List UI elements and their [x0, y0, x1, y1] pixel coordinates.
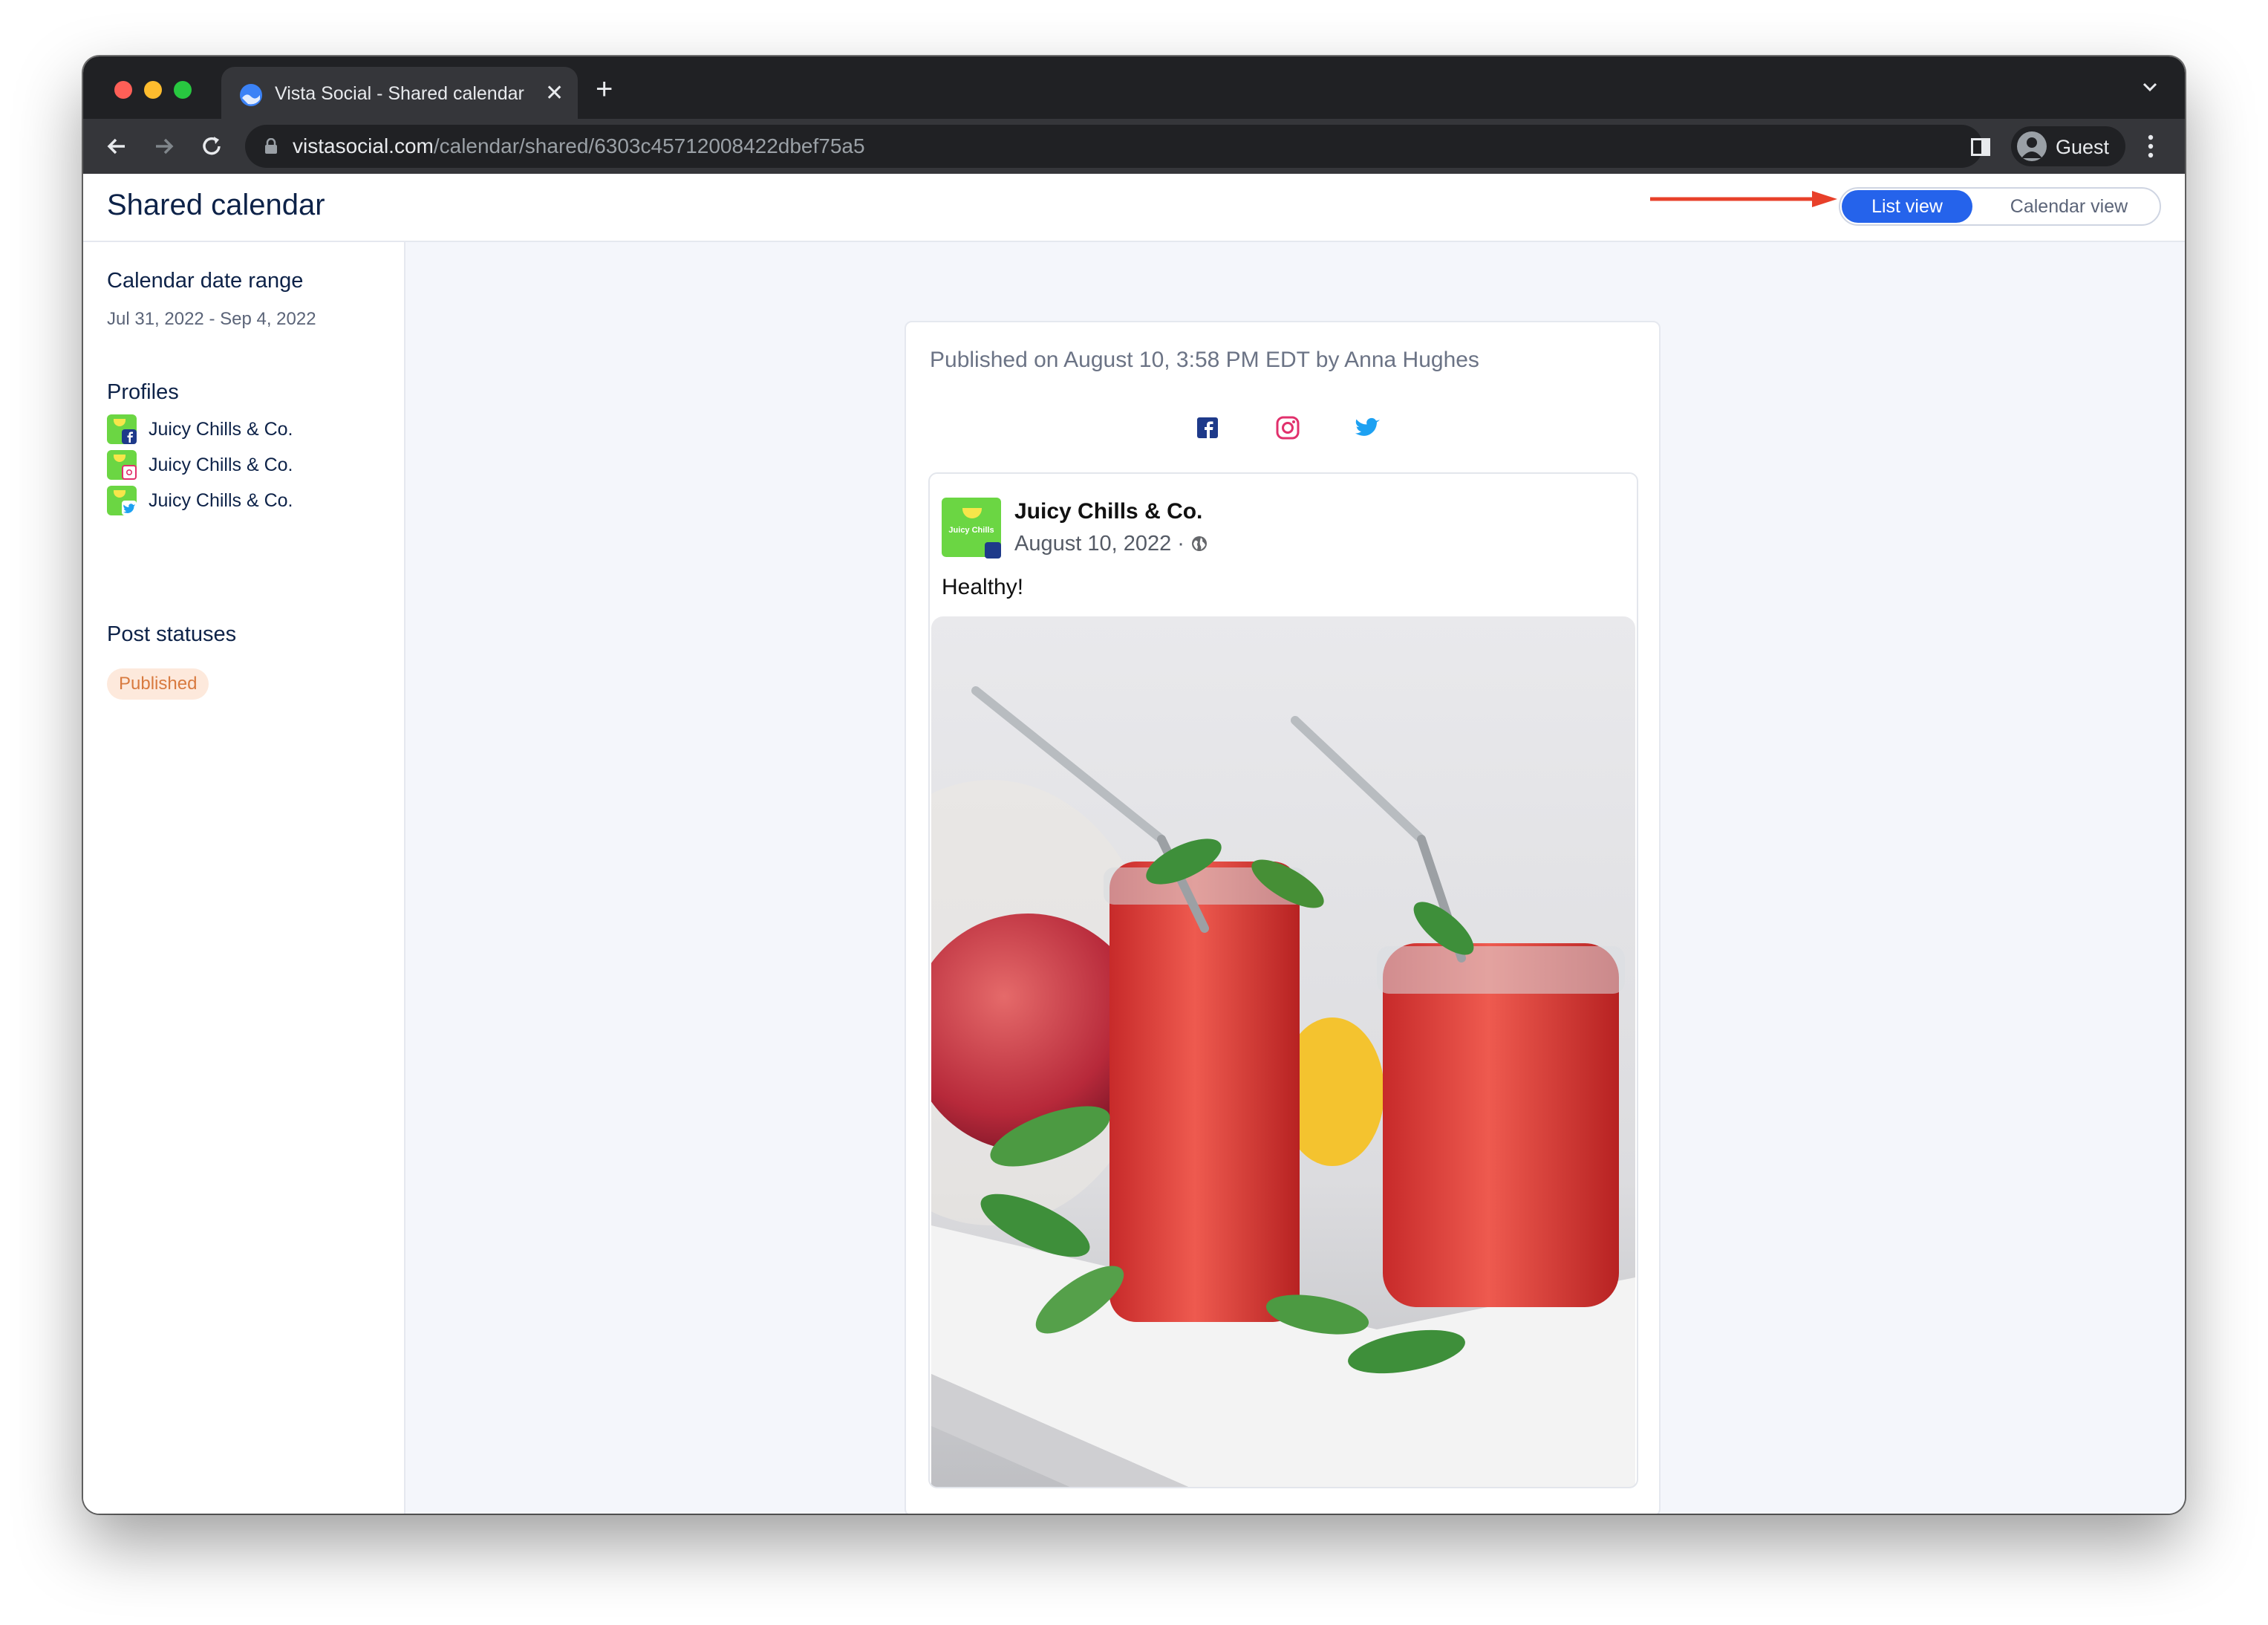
browser-menu-icon[interactable]: [2146, 134, 2155, 159]
post-statuses-heading: Post statuses: [107, 622, 237, 646]
facebook-icon[interactable]: [1191, 411, 1224, 444]
maximize-window-button[interactable]: [174, 81, 192, 99]
tab-search-chevron-icon[interactable]: [2140, 77, 2160, 97]
sidebar: Calendar date range Jul 31, 2022 - Sep 4…: [83, 242, 405, 1514]
browser-tab-bar: Vista Social - Shared calendar ✕ +: [83, 56, 2185, 119]
close-window-button[interactable]: [114, 81, 132, 99]
twitter-icon: [122, 501, 137, 515]
back-arrow-icon[interactable]: [102, 132, 131, 160]
page-content: Shared calendar List view Calendar view …: [83, 174, 2185, 1514]
annotation-arrow-icon: [1650, 191, 1837, 207]
address-bar[interactable]: vistasocial.com/calendar/shared/6303c457…: [245, 125, 2075, 168]
status-badge[interactable]: Published: [107, 668, 209, 700]
profile-item[interactable]: Juicy Chills & Co.: [107, 450, 389, 483]
preview-date: August 10, 2022 ·: [1014, 532, 1208, 556]
profile-name: Juicy Chills & Co.: [149, 490, 293, 511]
profiles-heading: Profiles: [107, 380, 179, 404]
calendar-view-button[interactable]: Calendar view: [1981, 190, 2157, 223]
profile-avatar: [107, 414, 137, 444]
tab-close-icon[interactable]: ✕: [545, 82, 564, 105]
profile-avatar: [107, 450, 137, 480]
tab-title: Vista Social - Shared calendar: [275, 83, 524, 104]
facebook-post-preview: Juicy Chills Juicy Chills & Co. August 1…: [928, 472, 1638, 1488]
post-card: Published on August 10, 3:58 PM EDT by A…: [905, 321, 1661, 1514]
profile-name: Juicy Chills & Co.: [149, 419, 293, 440]
reload-icon[interactable]: [198, 132, 226, 160]
facebook-icon: [122, 429, 137, 444]
date-range-heading: Calendar date range: [107, 269, 304, 293]
page-title: Shared calendar: [107, 189, 325, 221]
twitter-icon[interactable]: [1352, 411, 1384, 444]
date-range-value: Jul 31, 2022 - Sep 4, 2022: [107, 309, 316, 329]
minimize-window-button[interactable]: [144, 81, 162, 99]
instagram-icon[interactable]: [1271, 411, 1304, 444]
lock-icon[interactable]: [264, 138, 278, 154]
profile-item[interactable]: Juicy Chills & Co.: [107, 414, 389, 447]
profile-button[interactable]: Guest: [2011, 126, 2125, 166]
published-info: Published on August 10, 3:58 PM EDT by A…: [930, 348, 1479, 372]
profile-avatar: [107, 486, 137, 515]
juicy-chills-logo-icon: Juicy Chills: [942, 498, 1001, 559]
profile-item[interactable]: Juicy Chills & Co.: [107, 486, 389, 518]
browser-toolbar: vistasocial.com/calendar/shared/6303c457…: [83, 119, 2185, 174]
preview-post-text: Healthy!: [942, 575, 1024, 599]
profile-name: Juicy Chills & Co.: [149, 455, 293, 475]
profile-name: Guest: [2056, 136, 2110, 158]
page-header: Shared calendar List view Calendar view: [83, 174, 2185, 242]
smoothie-jars-photo[interactable]: [931, 616, 1635, 1488]
side-panel-icon[interactable]: [1971, 138, 1990, 156]
new-tab-plus-icon[interactable]: +: [596, 73, 613, 105]
guest-avatar-icon: [2017, 131, 2047, 161]
globe-icon: [1192, 536, 1208, 551]
browser-tab[interactable]: Vista Social - Shared calendar ✕: [221, 67, 578, 119]
preview-account-name: Juicy Chills & Co.: [1014, 499, 1203, 524]
forward-arrow-icon[interactable]: [150, 132, 178, 160]
url-text: vistasocial.com/calendar/shared/6303c457…: [293, 134, 865, 157]
vista-social-favicon-icon: [240, 84, 262, 106]
view-toggle: List view Calendar view: [1839, 187, 2161, 226]
browser-window: Vista Social - Shared calendar ✕ + vista…: [83, 56, 2185, 1514]
list-view-button[interactable]: List view: [1842, 190, 1972, 223]
instagram-icon: [122, 465, 137, 480]
